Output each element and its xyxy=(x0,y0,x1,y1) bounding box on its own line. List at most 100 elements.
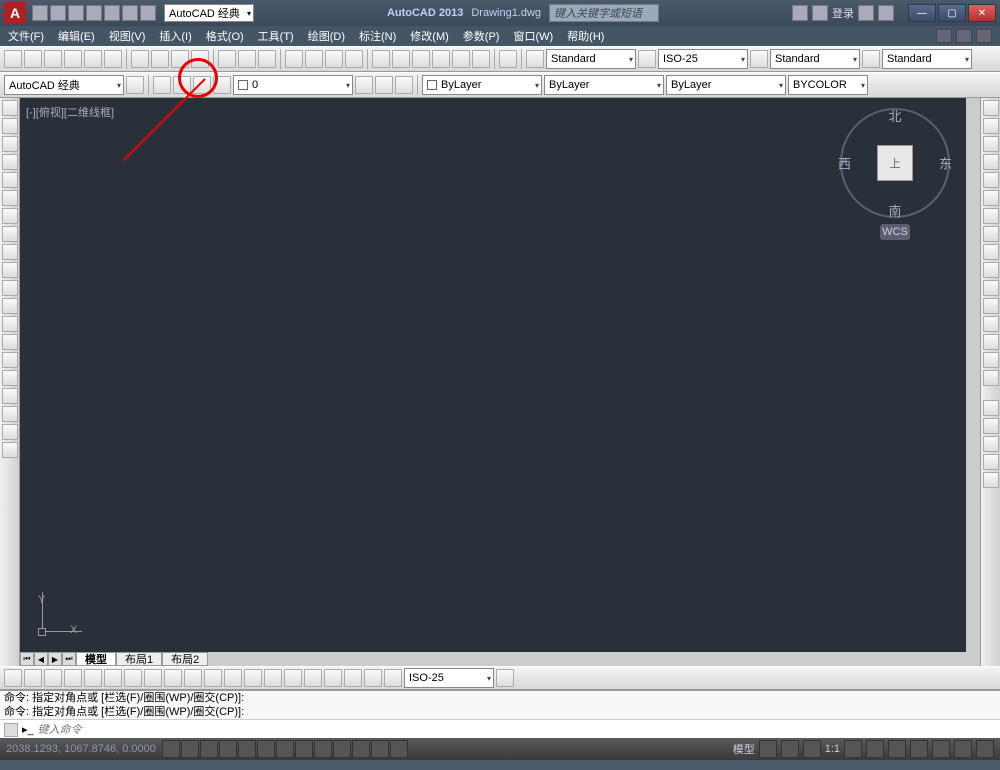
draworder5-icon[interactable] xyxy=(983,472,999,488)
dim-edit-icon[interactable] xyxy=(344,669,362,687)
redo-icon[interactable] xyxy=(258,50,276,68)
maximize-button[interactable]: ▢ xyxy=(938,4,966,22)
lwt-icon[interactable] xyxy=(333,740,351,758)
gradient-icon[interactable] xyxy=(2,370,18,386)
revcloud-icon[interactable] xyxy=(2,226,18,242)
block-icon[interactable] xyxy=(218,50,236,68)
props-icon[interactable] xyxy=(372,50,390,68)
dim-style-mgr-icon[interactable] xyxy=(496,669,514,687)
pline-icon[interactable] xyxy=(2,136,18,152)
textstyle-dropdown[interactable]: Standard xyxy=(546,49,636,69)
dim-aligned-icon[interactable] xyxy=(24,669,42,687)
sc-icon[interactable] xyxy=(390,740,408,758)
circle-icon[interactable] xyxy=(2,208,18,224)
dimstyle-icon[interactable] xyxy=(638,50,656,68)
grid-icon[interactable] xyxy=(181,740,199,758)
app-logo[interactable]: A xyxy=(4,2,26,24)
compass-south[interactable]: 南 xyxy=(888,201,901,220)
spline-icon[interactable] xyxy=(2,244,18,260)
menu-tools[interactable]: 工具(T) xyxy=(258,28,294,44)
plot-icon[interactable] xyxy=(64,50,82,68)
compass-west[interactable]: 西 xyxy=(838,154,851,173)
ducs-icon[interactable] xyxy=(295,740,313,758)
tab-last-icon[interactable]: ⏭ xyxy=(62,652,76,666)
ortho-icon[interactable] xyxy=(200,740,218,758)
dim-style-dropdown[interactable]: ISO-25 xyxy=(404,668,494,688)
zoom-win-icon[interactable] xyxy=(325,50,343,68)
viewport-label[interactable]: [-][俯视][二维线框] xyxy=(26,104,114,120)
mleaderstyle-dropdown[interactable]: Standard xyxy=(882,49,972,69)
wcs-indicator[interactable]: WCS xyxy=(880,224,910,240)
table-icon[interactable] xyxy=(2,406,18,422)
compass-east[interactable]: 东 xyxy=(939,154,952,173)
qat-plot-icon[interactable] xyxy=(104,5,120,21)
command-handle-icon[interactable] xyxy=(4,723,18,737)
tab-layout2[interactable]: 布局2 xyxy=(162,652,208,666)
dim-tolerance-icon[interactable] xyxy=(264,669,282,687)
dim-break-icon[interactable] xyxy=(244,669,262,687)
polar-icon[interactable] xyxy=(219,740,237,758)
join-icon[interactable] xyxy=(983,316,999,332)
command-history[interactable]: 命令: 指定对角点或 [栏选(F)/圈围(WP)/圈交(CP)]: 命令: 指定… xyxy=(0,691,1000,719)
chamfer-icon[interactable] xyxy=(983,334,999,350)
menu-insert[interactable]: 插入(I) xyxy=(159,28,191,44)
sheetset-icon[interactable] xyxy=(432,50,450,68)
markup-icon[interactable] xyxy=(452,50,470,68)
draworder-icon[interactable] xyxy=(983,400,999,416)
region-icon[interactable] xyxy=(2,388,18,404)
ellipse-icon[interactable] xyxy=(2,262,18,278)
lineweight-dropdown[interactable]: ByLayer xyxy=(666,75,786,95)
style-icon[interactable] xyxy=(526,50,544,68)
dim-baseline-icon[interactable] xyxy=(184,669,202,687)
ws-settings-icon[interactable] xyxy=(126,76,144,94)
layer-iso-icon[interactable] xyxy=(395,76,413,94)
mtext-icon[interactable] xyxy=(2,424,18,440)
layer-states-icon[interactable] xyxy=(173,76,191,94)
qat-saveas-icon[interactable] xyxy=(86,5,102,21)
zoom-prev-icon[interactable] xyxy=(345,50,363,68)
menu-help[interactable]: 帮助(H) xyxy=(567,28,604,44)
anno-scale-value[interactable]: 1:1 xyxy=(825,743,840,755)
exchange-icon[interactable] xyxy=(858,5,874,21)
3dosnap-icon[interactable] xyxy=(257,740,275,758)
tablestyle-icon[interactable] xyxy=(750,50,768,68)
tab-first-icon[interactable]: ⏮ xyxy=(20,652,34,666)
dim-update-icon[interactable] xyxy=(384,669,402,687)
infocenter-icon[interactable] xyxy=(792,5,808,21)
layer-freeze-icon[interactable] xyxy=(193,76,211,94)
draworder3-icon[interactable] xyxy=(983,436,999,452)
tab-prev-icon[interactable]: ◀ xyxy=(34,652,48,666)
cleanscreen-icon[interactable] xyxy=(976,740,994,758)
tab-layout1[interactable]: 布局1 xyxy=(116,652,162,666)
fillet-icon[interactable] xyxy=(983,352,999,368)
mirror-icon[interactable] xyxy=(983,136,999,152)
dim-tedit-icon[interactable] xyxy=(364,669,382,687)
zoom-rt-icon[interactable] xyxy=(305,50,323,68)
color-dropdown[interactable]: ByLayer xyxy=(422,75,542,95)
draworder4-icon[interactable] xyxy=(983,454,999,470)
undo-icon[interactable] xyxy=(238,50,256,68)
draworder2-icon[interactable] xyxy=(983,418,999,434)
workspace-dropdown[interactable]: AutoCAD 经典 xyxy=(164,4,254,22)
viewcube-compass[interactable]: 北 南 东 西 上 xyxy=(840,108,950,218)
tablestyle-dropdown[interactable]: Standard xyxy=(770,49,860,69)
makeblock-icon[interactable] xyxy=(2,316,18,332)
hatch-icon[interactable] xyxy=(2,352,18,368)
design-center-icon[interactable] xyxy=(392,50,410,68)
open-icon[interactable] xyxy=(24,50,42,68)
copy-icon[interactable] xyxy=(151,50,169,68)
stretch-icon[interactable] xyxy=(983,244,999,260)
menu-view[interactable]: 视图(V) xyxy=(109,28,146,44)
line-icon[interactable] xyxy=(2,100,18,116)
isolate-icon[interactable] xyxy=(954,740,972,758)
scale-icon[interactable] xyxy=(983,226,999,242)
quickview-drawings-icon[interactable] xyxy=(781,740,799,758)
rectangle-icon[interactable] xyxy=(2,172,18,188)
annovis-icon[interactable] xyxy=(844,740,862,758)
extend-icon[interactable] xyxy=(983,280,999,296)
menu-file[interactable]: 文件(F) xyxy=(8,28,44,44)
toolbar-lock-icon[interactable] xyxy=(910,740,928,758)
insert-icon[interactable] xyxy=(2,298,18,314)
ellipsearc-icon[interactable] xyxy=(2,280,18,296)
qat-save-icon[interactable] xyxy=(68,5,84,21)
